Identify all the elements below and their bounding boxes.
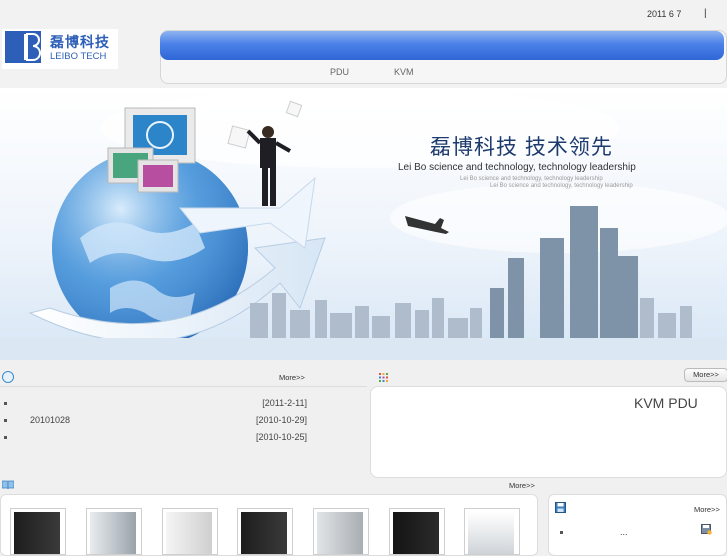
news-item-date: [2010-10-29] [255,415,307,425]
product-thumbnail[interactable] [464,508,520,555]
save-icon[interactable] [701,524,712,535]
product-thumbnail[interactable] [10,508,66,555]
product-thumbnail[interactable] [389,508,445,555]
news-item-date: [2010-10-25] [255,432,307,442]
rack-cabinet-image [393,512,439,554]
hero-banner: 磊博科技 技术领先 Lei Bo science and technology,… [0,88,727,360]
news-item[interactable]: [2010-10-25] [0,430,367,446]
book-icon [2,480,14,489]
news-item[interactable]: [2011-2-11] [0,396,367,412]
logo-name-en: LEIBO TECH [50,51,107,62]
bullet-icon [4,402,7,405]
rack-cabinet-image [241,512,287,554]
gallery-more-link[interactable]: More>> [509,481,535,490]
logo-name-cn: 磊博科技 [50,34,110,50]
plus-circle-icon [2,371,14,383]
banner-illustration [0,88,727,360]
floppy-icon [555,502,566,513]
rack-cabinet-image [166,512,212,554]
rack-cabinet-image [90,512,136,554]
product-thumbnail[interactable] [86,508,142,555]
rack-cabinet-image [317,512,363,554]
banner-title-en: Lei Bo science and technology, technolog… [398,162,636,173]
product-thumbnail[interactable] [162,508,218,555]
bullet-icon [4,419,7,422]
nav-bar [160,31,724,60]
bullet-icon [4,436,7,439]
logo[interactable]: 磊博科技 LEIBO TECH [2,29,118,69]
bullet-icon [560,531,563,534]
download-item-title[interactable]: ... [620,527,628,537]
current-date: 2011 6 7 [647,9,682,19]
news-item-date: [2011-2-11] [262,398,307,408]
news-more-link[interactable]: More>> [279,373,305,382]
header-separator: | [704,8,707,19]
leibo-logo-icon [5,31,41,63]
nav-item-kvm[interactable]: KVM [394,67,414,77]
grid-dots-icon [379,373,388,382]
product-thumbnail[interactable] [313,508,369,555]
product-thumbnail[interactable] [237,508,293,555]
rack-cabinet-image [14,512,60,554]
downloads-more-link[interactable]: More>> [694,505,720,514]
products-more-button[interactable]: More>> [684,368,727,382]
news-item[interactable]: 20101028 [2010-10-29] [0,413,367,429]
banner-subtitle-2: Lei Bo science and technology, technolog… [490,183,633,189]
banner-subtitle-1: Lei Bo science and technology, technolog… [460,176,603,182]
banner-title-cn: 磊博科技 技术领先 [430,136,613,159]
rack-cabinet-image [468,512,514,554]
news-header [0,368,367,387]
news-item-title[interactable]: 20101028 [30,415,70,425]
products-heading: KVM PDU [634,395,698,411]
nav-item-pdu[interactable]: PDU [330,67,349,77]
